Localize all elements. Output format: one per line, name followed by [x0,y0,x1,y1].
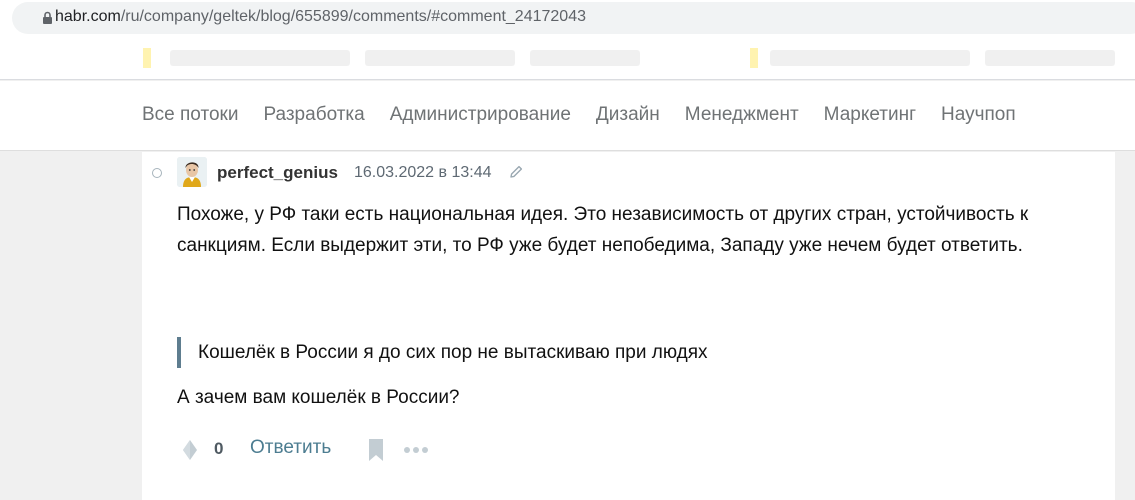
bookmark-favicon [750,48,758,68]
nav-item-management[interactable]: Менеджмент [685,104,799,126]
avatar[interactable] [177,157,207,187]
nav-item-popsci[interactable]: Научпоп [941,104,1016,126]
nav-items: Все потоки Разработка Администрирование … [142,104,1016,126]
hubs-navigation: Все потоки Разработка Администрирование … [0,81,1135,151]
nav-item-all-flows[interactable]: Все потоки [142,104,238,126]
bookmark-item-blurred[interactable] [170,50,350,66]
comment-author[interactable]: perfect_genius [217,163,338,183]
karma-count: 0 [214,439,224,458]
nav-item-development[interactable]: Разработка [263,104,364,126]
url-path: /ru/company/geltek/blog/655899/comments/… [120,8,586,25]
bookmark-item-blurred[interactable] [985,50,1115,66]
comment-text: Похоже, у РФ таки есть национальная идея… [177,204,1029,256]
url-text[interactable]: habr.com/ru/company/geltek/blog/655899/c… [55,8,586,26]
comment-datetime[interactable]: 16.03.2022 в 13:44 [354,164,492,182]
bookmarks-bar [0,40,1135,80]
lock-icon [43,11,52,24]
pencil-icon [510,165,523,178]
bookmark-item-blurred[interactable] [530,50,640,66]
comment-actions: 0 Ответить [180,436,440,464]
reply-button[interactable]: Ответить [250,437,331,459]
bookmark-item-blurred[interactable] [770,50,970,66]
comment-answer-text: А зачем вам кошелёк в России? [177,387,460,408]
comment-blockquote: Кошелёк в России я до сих пор не вытаски… [177,337,708,368]
bookmark-favicon [143,48,151,68]
nav-item-admin[interactable]: Администрирование [390,104,571,126]
bookmark-item-blurred[interactable] [365,50,515,66]
nav-item-marketing[interactable]: Маркетинг [824,104,916,126]
more-dots-icon[interactable] [403,445,429,455]
vote-diamond-icon[interactable] [180,438,200,462]
bookmark-icon[interactable] [367,438,385,462]
browser-address-bar: habr.com/ru/company/geltek/blog/655899/c… [0,0,1135,40]
nav-item-design[interactable]: Дизайн [596,104,660,126]
comment-thread-bullet [152,168,162,178]
url-host: habr.com [55,8,121,25]
